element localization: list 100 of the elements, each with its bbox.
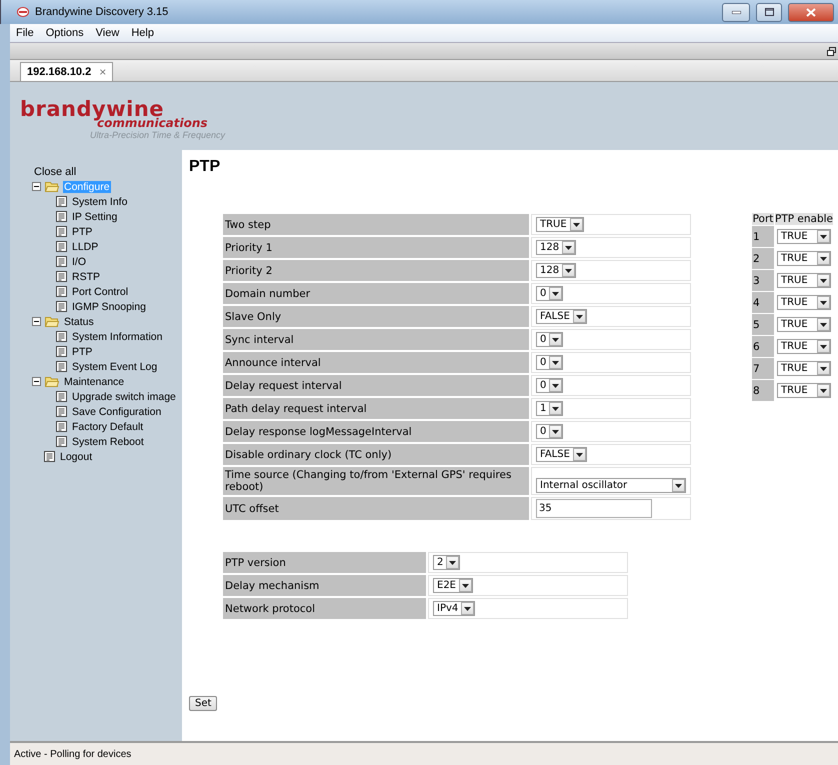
dropdown[interactable]: TRUE (777, 295, 831, 310)
dropdown[interactable]: 0 (536, 378, 564, 393)
tree-item[interactable]: RSTP (71, 270, 102, 282)
tree-item[interactable]: IP Setting (71, 210, 118, 222)
tree-item[interactable]: Factory Default (71, 420, 144, 432)
menu-item[interactable]: File (10, 27, 40, 39)
caret-icon (572, 222, 580, 226)
dropdown[interactable]: 0 (536, 286, 564, 301)
app-icon (17, 7, 29, 17)
menu-item[interactable]: Help (125, 27, 160, 39)
tab[interactable]: 192.168.10.2 × (20, 62, 114, 81)
set-button[interactable]: Set (189, 696, 218, 711)
tree-item[interactable]: System Reboot (71, 436, 145, 448)
tree-item[interactable]: Save Configuration (71, 406, 162, 418)
dropdown[interactable]: TRUE (536, 217, 584, 232)
tree-item[interactable]: System Event Log (71, 360, 158, 372)
minimize-button[interactable] (722, 2, 750, 22)
document-icon (56, 286, 67, 297)
folder-icon (45, 316, 59, 327)
dropdown[interactable]: FALSE (536, 447, 587, 462)
dropdown[interactable]: TRUE (777, 361, 831, 376)
collapse-icon[interactable] (32, 377, 41, 386)
tree-item[interactable]: IGMP Snooping (71, 300, 147, 312)
caret-icon (552, 360, 560, 364)
dropdown[interactable]: TRUE (777, 229, 831, 244)
input-field[interactable]: 35 (536, 499, 652, 518)
restore-icon[interactable] (827, 46, 836, 56)
page-title: PTP (189, 158, 222, 176)
dropdown[interactable]: TRUE (777, 273, 831, 288)
column-header: PTP enable (775, 213, 834, 225)
dropdown[interactable]: 128 (536, 240, 576, 255)
port-number: 7 (752, 358, 774, 379)
dropdown[interactable]: Internal oscillator (536, 478, 686, 493)
tree-item[interactable]: System Info (71, 196, 128, 208)
dropdown[interactable]: 0 (536, 355, 564, 370)
tree-item[interactable]: PTP (71, 226, 94, 238)
tree-item[interactable]: System Information (71, 330, 164, 342)
caret-icon (552, 338, 560, 342)
close-button[interactable] (788, 2, 834, 22)
caret-icon (820, 300, 827, 304)
close-icon[interactable]: × (99, 65, 106, 79)
port-number: 6 (752, 336, 774, 357)
setting-label: Announce interval (223, 352, 529, 373)
folder-icon (45, 376, 59, 387)
maximize-icon (764, 8, 774, 16)
setting-label: Time source (Changing to/from 'External GPS' requires reboot) (223, 467, 529, 495)
document-icon (56, 346, 67, 357)
dropdown[interactable]: TRUE (777, 383, 831, 398)
document-icon (56, 331, 67, 342)
tree-item[interactable]: Port Control (71, 286, 130, 298)
dropdown[interactable]: 0 (536, 332, 564, 347)
dropdown[interactable]: 128 (536, 263, 576, 278)
document-icon (56, 241, 67, 252)
caret-icon (820, 322, 827, 326)
setting-label: Priority 2 (223, 260, 529, 281)
dropdown[interactable]: E2E (433, 578, 473, 593)
setting-label: Delay request interval (223, 375, 529, 396)
dropdown[interactable]: 1 (536, 401, 564, 416)
minimize-icon (732, 10, 740, 14)
close-all-link[interactable]: Close all (34, 166, 182, 178)
document-icon (56, 256, 67, 267)
document-icon (56, 271, 67, 282)
caret-icon (675, 484, 682, 488)
port-number: 4 (752, 292, 774, 313)
maximize-button[interactable] (756, 2, 782, 22)
port-number: 1 (752, 226, 774, 247)
port-number: 5 (752, 314, 774, 335)
tree-item[interactable]: Status (63, 316, 95, 328)
menu-item[interactable]: View (90, 27, 126, 39)
dropdown[interactable]: TRUE (777, 317, 831, 332)
collapse-icon[interactable] (32, 317, 41, 326)
caret-icon (820, 388, 827, 392)
setting-label: Delay response logMessageInterval (223, 421, 529, 442)
document-icon (56, 421, 67, 432)
tree-item[interactable]: Maintenance (63, 376, 126, 388)
setting-label: PTP version (223, 552, 426, 573)
port-number: 3 (752, 270, 774, 291)
collapse-icon[interactable] (32, 182, 41, 191)
setting-label: Network protocol (223, 598, 426, 619)
menu-item[interactable]: Options (40, 27, 90, 39)
column-header: Port (752, 213, 774, 225)
document-icon (56, 196, 67, 207)
port-number: 8 (752, 380, 774, 401)
tree-item[interactable]: PTP (71, 346, 94, 358)
dropdown[interactable]: 2 (433, 555, 460, 570)
close-icon (806, 8, 816, 16)
dropdown[interactable]: TRUE (777, 251, 831, 266)
dropdown[interactable]: TRUE (777, 339, 831, 354)
setting-label: Two step (223, 214, 529, 235)
dropdown[interactable]: FALSE (536, 309, 587, 324)
tree-item[interactable]: I/O (71, 256, 88, 268)
caret-icon (565, 246, 572, 250)
dropdown[interactable]: IPv4 (433, 601, 476, 616)
caret-icon (565, 268, 572, 272)
caret-icon (552, 406, 560, 410)
tree-item[interactable]: LLDP (71, 240, 100, 252)
tree-item[interactable]: Logout (59, 450, 94, 462)
dropdown[interactable]: 0 (536, 424, 564, 439)
document-icon (56, 211, 67, 222)
tree-item[interactable]: Upgrade switch image (71, 390, 177, 402)
